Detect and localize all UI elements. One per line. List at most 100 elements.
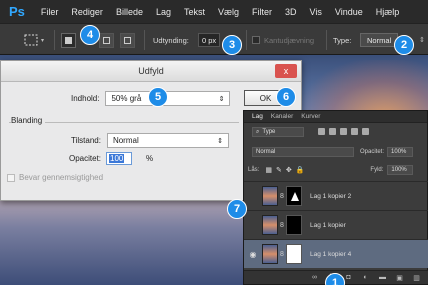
blend-mode-select[interactable]: Normal [252,147,354,157]
adjustment-filter-icon [329,127,336,135]
content-select-value: 50% grå [111,94,142,103]
tab-paths[interactable]: Kurver [301,113,320,120]
panel-tabs: Lag Kanaler Kurver [244,111,427,123]
new-layer-icon[interactable]: ▣ [395,274,404,282]
select-arrows-icon: ⇕ [218,95,225,103]
shape-filter-icon [351,127,358,135]
layer-mask-thumbnail[interactable] [286,215,302,235]
type-select[interactable]: Normal [360,33,399,47]
menu-lag[interactable]: Lag [150,7,178,17]
opacity-input-value: 100 [109,154,125,163]
text-filter-icon [340,127,347,135]
intersect-selection-icon [124,36,131,44]
type-select-value: Normal [367,35,392,45]
link-icon: 8 [280,221,284,229]
menu-3d[interactable]: 3D [279,7,304,17]
menu-tekst[interactable]: Tekst [178,7,212,17]
lock-icons[interactable]: ▦✎✥🔒 [265,166,308,174]
new-selection-icon [65,36,72,44]
dialog-titlebar: Udfyld x [1,61,301,82]
menu-filer[interactable]: Filer [35,7,66,17]
feather-input[interactable]: 0 px [198,33,221,47]
panel-opacity-input[interactable]: 100% [387,147,414,157]
mode-label: Tilstand: [71,136,101,145]
opacity-unit: % [146,154,154,163]
callout-badge-7: 7 [227,199,247,219]
dialog-close-button[interactable]: x [275,64,297,78]
preserve-transparency-checkbox[interactable] [7,173,15,182]
callout-badge-2: 2 [394,35,414,55]
fill-input[interactable]: 100% [387,165,414,175]
feather-label: Udtynding: [153,35,189,45]
layer-row[interactable]: 8 Lag 1 kopier 2 [244,181,428,210]
link-icon[interactable]: ∞ [310,274,319,281]
menu-vis[interactable]: Vis [304,7,329,17]
menu-vaelg[interactable]: Vælg [212,7,246,17]
callout-badge-5: 5 [148,87,168,107]
blending-group-label: Blanding [11,116,46,125]
tool-preset-dropdown-icon[interactable]: ▾ [41,24,44,56]
intersect-selection-button[interactable] [120,32,135,48]
antialias-label: Kantudjævning [264,35,315,45]
search-icon: ⌕ [256,128,260,135]
fill-label: Fyld: [370,167,384,173]
layer-mask-thumbnail[interactable] [286,186,302,206]
panel-opacity-value: 100% [391,149,407,155]
mask-icon[interactable]: ◘ [344,274,353,281]
layer-name: Lag 1 kopier [310,221,346,229]
eye-icon[interactable]: ◉ [244,250,262,259]
lock-label: Lås: [248,167,260,173]
tab-channels[interactable]: Kanaler [271,113,293,120]
marquee-tool-icon[interactable] [24,24,38,56]
adjustment-icon[interactable]: ◐ [361,274,370,281]
link-icon: 8 [280,250,284,258]
folder-icon[interactable]: ▬ [378,274,387,281]
layer-row[interactable]: 8 Lag 1 kopier [244,210,428,239]
new-selection-button[interactable] [61,32,76,48]
preserve-transparency-label: Bevar gennemsigtighed [19,173,104,182]
layers-panel: Lag Kanaler Kurver ⌕ Type Normal Opacite… [243,110,428,285]
tab-layers[interactable]: Lag [252,113,263,120]
panel-opacity-label: Opacitet: [360,149,385,155]
antialias-checkbox[interactable] [252,36,260,44]
menu-filter[interactable]: Filter [246,7,279,17]
content-label: Indhold: [71,94,100,103]
callout-badge-6: 6 [276,87,296,107]
smart-filter-icon [362,127,369,135]
layer-thumbnail [262,215,278,235]
layer-mask-thumbnail[interactable] [286,244,302,264]
menu-rediger[interactable]: Rediger [65,7,110,17]
ps-logo: Ps [9,4,25,19]
fill-value: 100% [391,167,407,173]
subtract-selection-button[interactable] [99,32,114,48]
layer-name: Lag 1 kopier 4 [310,250,352,258]
link-icon: 8 [280,192,284,200]
menu-bar: Ps Filer Rediger Billede Lag Tekst Vælg … [0,0,428,23]
options-bar: ▾ Udtynding: 0 px Kantudjævning Type: No… [0,23,428,55]
mode-select[interactable]: Normal ⇕ [106,133,229,148]
layer-thumbnail [262,186,278,206]
blend-mode-value: Normal [256,149,276,155]
trash-icon[interactable]: ▥ [412,274,421,282]
layer-filter-select[interactable]: ⌕ Type [252,127,304,137]
layer-row-selected[interactable]: ◉ 8 Lag 1 kopier 4 [244,239,428,268]
content-select[interactable]: 50% grå ⇕ [105,91,231,106]
callout-badge-4: 4 [80,25,100,45]
select-arrows-icon: ⇕ [217,137,223,145]
layer-name: Lag 1 kopier 2 [310,192,352,200]
layer-filter-value: Type [262,129,276,135]
menu-hjaelp[interactable]: Hjælp [370,7,407,17]
subtract-selection-icon [103,36,110,44]
dialog-title: Udfyld [138,66,164,76]
type-label: Type: [333,35,352,45]
image-filter-icon [318,127,325,135]
callout-badge-3: 3 [222,35,242,55]
opacity-label: Opacitet: [69,154,102,163]
menu-vindue[interactable]: Vindue [329,7,370,17]
layer-thumbnail [262,244,278,264]
mode-select-value: Normal [112,136,139,145]
menu-billede[interactable]: Billede [110,7,150,17]
opacity-input[interactable]: 100 [106,152,133,165]
filter-icons[interactable] [318,127,373,137]
type-select-arrows-icon: ⇕ [419,37,425,44]
